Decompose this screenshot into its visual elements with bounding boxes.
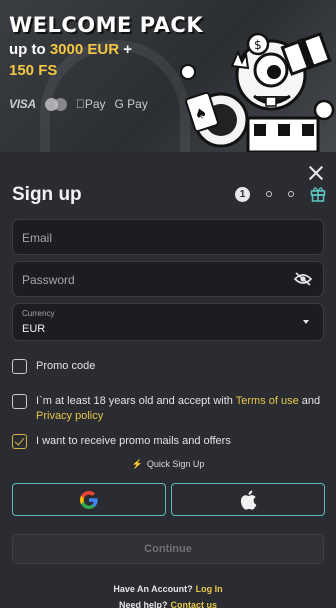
eye-off-icon[interactable] (294, 272, 312, 286)
email-placeholder: Email (22, 231, 53, 245)
close-icon[interactable] (308, 165, 324, 181)
banner-free-spins: 150 FS (9, 62, 58, 79)
svg-text:$: $ (254, 38, 262, 52)
mascot-illustration: ♠ $ (180, 32, 335, 152)
promo-code-label: Promo code (36, 360, 96, 372)
apple-pay-label: Pay (75, 97, 106, 111)
terms-checkbox[interactable] (12, 394, 27, 409)
banner-offer-suffix: + (119, 41, 132, 58)
have-account-text: Have An Account? (113, 584, 193, 594)
terms-of-use-link[interactable]: Terms of use (236, 395, 299, 407)
email-field[interactable]: Email (12, 219, 324, 255)
chevron-down-icon (303, 320, 309, 324)
apple-signup-button[interactable] (171, 483, 325, 516)
currency-label: Currency (22, 309, 55, 318)
signup-panel: Sign up 1 Email Password Currency EUR Pr… (0, 152, 336, 608)
apple-icon (240, 490, 257, 510)
newsletter-label: I want to receive promo mails and offers (36, 435, 231, 447)
terms-label: I`m at least 18 years old and accept wit… (36, 394, 324, 424)
password-placeholder: Password (22, 273, 75, 287)
banner-offer-line: up to 3000 EUR + (9, 41, 203, 58)
promo-code-checkbox[interactable] (12, 359, 27, 374)
currency-value: EUR (22, 323, 46, 335)
newsletter-row[interactable]: I want to receive promo mails and offers (12, 434, 231, 449)
google-signup-button[interactable] (12, 483, 166, 516)
signup-steps: 1 (235, 186, 326, 202)
quick-signup-label: ⚡ Quick Sign Up (0, 459, 336, 470)
login-link[interactable]: Log In (196, 584, 223, 594)
newsletter-checkbox[interactable] (12, 434, 27, 449)
login-prompt: Have An Account? Log In (0, 584, 336, 594)
visa-logo: VISA (9, 97, 36, 111)
step-2-indicator (266, 191, 272, 197)
apple-pay-logo: Pay (76, 97, 106, 111)
gift-icon (310, 187, 326, 202)
terms-text-before: I`m at least 18 years old and accept wit… (36, 395, 236, 407)
bolt-icon: ⚡ (131, 459, 143, 469)
payment-methods: VISA Pay G Pay (9, 97, 148, 111)
contact-us-link[interactable]: Contact us (171, 600, 218, 608)
welcome-banner: WELCOME PACK up to 3000 EUR + 150 FS VIS… (0, 0, 336, 152)
step-1-indicator: 1 (235, 186, 250, 202)
google-icon (80, 490, 98, 509)
google-pay-logo: G Pay (105, 97, 148, 111)
need-help-text: Need help? (118, 600, 168, 608)
currency-select[interactable]: Currency EUR (12, 303, 324, 341)
banner-offer-amount: 3000 EUR (49, 41, 120, 58)
step-3-indicator (288, 191, 294, 197)
help-prompt: Need help? Contact us (0, 600, 336, 608)
banner-title: WELCOME PACK (9, 13, 204, 37)
banner-text: WELCOME PACK up to 3000 EUR + 150 FS (9, 13, 203, 79)
quick-signup-text: Quick Sign Up (146, 459, 205, 469)
privacy-policy-link[interactable]: Privacy policy (36, 410, 103, 422)
password-field[interactable]: Password (12, 261, 324, 297)
banner-offer-prefix: up to (9, 41, 50, 58)
terms-text-mid: and (298, 395, 321, 407)
mastercard-logo (44, 97, 67, 111)
continue-button[interactable]: Continue (12, 534, 324, 564)
promo-code-row[interactable]: Promo code (12, 359, 95, 374)
page-title: Sign up (12, 184, 82, 205)
terms-row[interactable]: I`m at least 18 years old and accept wit… (12, 394, 324, 424)
